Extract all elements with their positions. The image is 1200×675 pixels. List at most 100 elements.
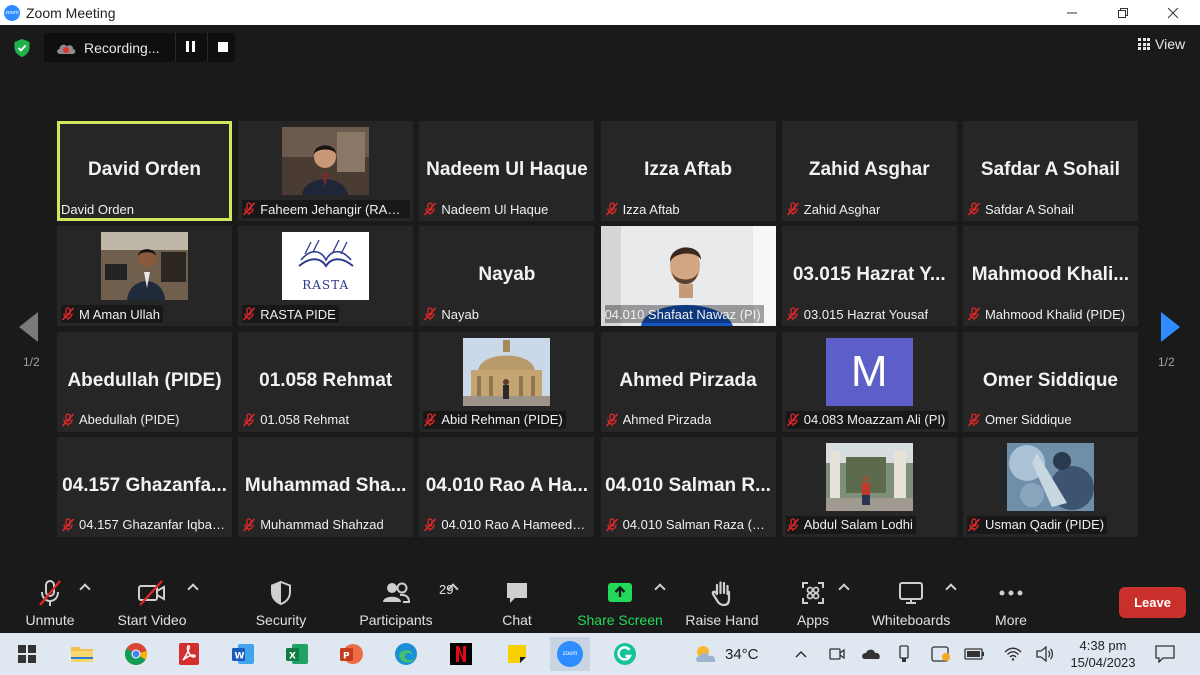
participant-name-label: Usman Qadir (PIDE) <box>966 515 1108 534</box>
participant-tile[interactable]: Faheem Jehangir (RASTA) <box>238 121 414 221</box>
whiteboards-button[interactable]: Whiteboards <box>866 571 956 633</box>
next-page-arrow-icon[interactable] <box>1161 312 1180 342</box>
participant-name: 04.010 Salman Raza (RA) <box>622 517 770 533</box>
page-indicator-right: 1/2 <box>1158 355 1175 369</box>
participant-tile[interactable]: Nadeem Ul Haque Nadeem Ul Haque <box>419 121 595 221</box>
participant-tile[interactable]: Zahid Asghar Zahid Asghar <box>781 121 957 221</box>
participant-tile[interactable]: RASTA RASTA PIDE <box>238 226 414 327</box>
minimize-icon[interactable] <box>1049 0 1095 25</box>
volume-icon[interactable] <box>1036 633 1054 675</box>
participant-tile[interactable]: 01.058 Rehmat 01.058 Rehmat <box>238 331 414 432</box>
participant-name: 01.058 Rehmat <box>260 412 350 428</box>
participant-name-label: Mahmood Khalid (PIDE) <box>967 305 1128 323</box>
mic-muted-icon <box>424 412 437 427</box>
start-video-button[interactable]: Start Video <box>112 571 192 633</box>
security-button[interactable]: Security <box>251 571 311 633</box>
participant-photo <box>282 127 370 195</box>
sticky-notes-icon[interactable] <box>502 640 532 668</box>
edge-icon[interactable] <box>391 640 421 668</box>
rasta-logo-icon: RASTA <box>282 232 370 301</box>
stop-recording-button[interactable] <box>218 42 228 52</box>
restore-icon[interactable] <box>1100 0 1146 25</box>
participant-tile[interactable]: Safdar A Sohail Safdar A Sohail <box>962 121 1138 221</box>
zoom-taskbar-icon[interactable]: zoom <box>550 637 590 671</box>
usb-device-icon[interactable] <box>899 633 909 675</box>
participants-icon: 29 <box>381 576 453 610</box>
participant-tile[interactable]: M 04.083 Moazzam Ali (PI) <box>781 331 957 432</box>
recording-indicator: Recording... <box>44 33 235 62</box>
svg-text:X: X <box>289 652 296 662</box>
participants-button[interactable]: 29 Participants <box>356 571 453 633</box>
raise-hand-button[interactable]: Raise Hand <box>684 571 760 633</box>
participant-tile[interactable]: Izza Aftab Izza Aftab <box>600 121 776 221</box>
participants-label: Participants <box>359 612 433 628</box>
participant-tile[interactable]: 04.157 Ghazanfa... 04.157 Ghazanfar Iqbal… <box>57 436 232 537</box>
participant-display-name: Safdar A Sohail <box>980 159 1120 180</box>
netflix-icon[interactable] <box>446 640 476 668</box>
pause-recording-button[interactable] <box>186 41 198 53</box>
grammarly-icon[interactable] <box>610 640 640 668</box>
mic-muted-icon <box>605 202 618 216</box>
chrome-icon[interactable] <box>121 640 151 668</box>
weather-widget[interactable]: 34°C <box>693 633 759 675</box>
close-icon[interactable] <box>1150 0 1196 25</box>
audio-options-caret-icon[interactable] <box>79 583 91 595</box>
participant-tile[interactable]: Abid Rehman (PIDE) <box>419 331 595 432</box>
participant-display-name: Nadeem Ul Haque <box>426 159 588 180</box>
weather-temperature: 34°C <box>725 645 759 663</box>
powerpoint-icon[interactable]: P <box>336 640 366 668</box>
show-hidden-icons-caret-icon[interactable] <box>795 633 807 675</box>
participant-photo <box>463 337 551 406</box>
apps-options-caret-icon[interactable] <box>838 583 850 595</box>
participant-tile[interactable]: Muhammad Sha... Muhammad Shahzad <box>238 436 414 537</box>
share-screen-button[interactable]: Share Screen <box>576 571 664 633</box>
participant-tile[interactable]: 04.010 Salman R... 04.010 Salman Raza (RA… <box>600 436 776 537</box>
participant-display-name: 04.157 Ghazanfa... <box>62 474 227 496</box>
participant-tile[interactable]: 04.010 Rao A Ha... 04.010 Rao A Hameed (.… <box>419 436 595 537</box>
more-button[interactable]: More <box>986 571 1036 633</box>
unmute-button[interactable]: Unmute <box>20 571 80 633</box>
participant-tile[interactable]: Abdul Salam Lodhi <box>781 436 957 537</box>
participant-tile[interactable]: Mahmood Khali... Mahmood Khalid (PIDE) <box>962 226 1138 327</box>
participant-name: 04.157 Ghazanfar Iqbal ... <box>79 517 226 533</box>
battery-icon[interactable] <box>964 633 986 675</box>
view-button[interactable]: View <box>1138 36 1185 52</box>
mic-muted-icon <box>786 518 799 532</box>
onedrive-cloud-icon[interactable] <box>861 633 881 675</box>
participant-name: David Orden <box>61 201 134 217</box>
acrobat-pdf-icon[interactable] <box>174 640 204 668</box>
mic-muted-icon <box>786 307 799 321</box>
participant-display-name: 04.010 Salman R... <box>605 474 771 496</box>
participant-tile[interactable]: Abedullah (PIDE) Abedullah (PIDE) <box>57 331 232 432</box>
participant-display-name: Mahmood Khali... <box>971 264 1130 286</box>
windows-taskbar: W X P zoom 34°C 4:38 pm 15/04/2023 <box>0 633 1200 675</box>
apps-button[interactable]: Apps <box>788 571 838 633</box>
notifications-icon[interactable] <box>1155 633 1175 675</box>
system-clock[interactable]: 4:38 pm 15/04/2023 <box>1068 637 1138 671</box>
encryption-shield-icon[interactable] <box>13 38 31 58</box>
participant-tile[interactable]: 03.015 Hazrat Y... 03.015 Hazrat Yousaf <box>781 226 957 327</box>
participant-tile[interactable]: David Orden David Orden <box>57 121 232 221</box>
excel-icon[interactable]: X <box>282 640 312 668</box>
participant-tile[interactable]: Usman Qadir (PIDE) <box>962 436 1138 537</box>
participant-name: 04.010 Rao A Hameed (... <box>441 517 589 533</box>
app-tray-icon[interactable] <box>931 633 951 675</box>
file-explorer-icon[interactable] <box>67 640 97 668</box>
meet-now-icon[interactable] <box>829 633 845 675</box>
mic-muted-icon <box>243 518 256 532</box>
chat-button[interactable]: Chat <box>487 571 547 633</box>
participant-tile[interactable]: 04.010 Shafaat Nawaz (PI) <box>600 226 776 327</box>
wifi-icon[interactable] <box>1004 633 1022 675</box>
participant-tile[interactable]: M Aman Ullah <box>57 226 232 327</box>
windows-start-icon[interactable] <box>12 640 42 668</box>
more-dots-icon <box>998 576 1024 610</box>
participant-display-name: 03.015 Hazrat Y... <box>792 264 946 286</box>
leave-button[interactable]: Leave <box>1119 587 1186 618</box>
participant-tile[interactable]: Nayab Nayab <box>419 226 595 327</box>
participant-tile[interactable]: Ahmed Pirzada Ahmed Pirzada <box>600 331 776 432</box>
mic-muted-icon <box>35 576 65 610</box>
word-icon[interactable]: W <box>228 640 258 668</box>
previous-page-arrow-icon[interactable] <box>19 312 38 342</box>
weather-sun-cloud-icon <box>696 646 716 662</box>
participant-tile[interactable]: Omer Siddique Omer Siddique <box>962 331 1138 432</box>
